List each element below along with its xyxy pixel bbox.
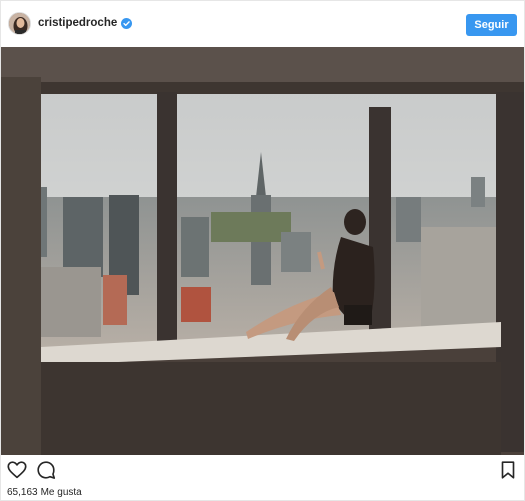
heart-icon[interactable] xyxy=(6,459,28,481)
instagram-post: cristipedroche Seguir 65,163 Me gusta xyxy=(0,0,525,501)
avatar-image xyxy=(9,13,30,34)
verified-badge-icon xyxy=(121,17,133,29)
post-actions xyxy=(1,457,524,483)
post-photo-image xyxy=(1,47,524,455)
post-header: cristipedroche Seguir xyxy=(1,1,524,47)
bookmark-icon[interactable] xyxy=(497,459,519,481)
username-wrap: cristipedroche xyxy=(38,17,133,29)
likes-count: 65,163 xyxy=(7,487,38,498)
likes-label: Me gusta xyxy=(40,487,82,498)
post-photo[interactable] xyxy=(1,47,524,455)
follow-button[interactable]: Seguir xyxy=(466,14,517,36)
avatar[interactable] xyxy=(8,12,31,35)
username[interactable]: cristipedroche xyxy=(38,17,117,29)
likes-summary[interactable]: 65,163 Me gusta xyxy=(7,487,82,498)
comment-icon[interactable] xyxy=(35,459,57,481)
